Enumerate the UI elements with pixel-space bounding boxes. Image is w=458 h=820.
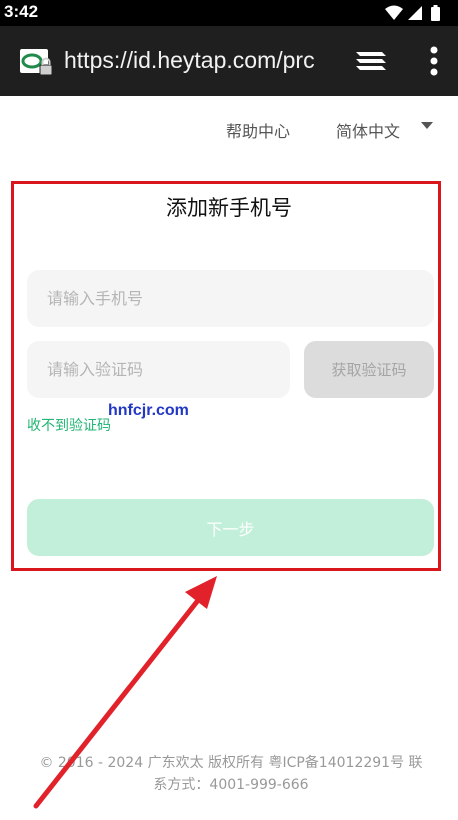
footer: © 2016 - 2024 广东欢太 版权所有 粤ICP备14012291号 联… — [26, 752, 436, 796]
wifi-icon — [385, 5, 403, 20]
verification-code-input[interactable] — [27, 341, 290, 398]
footer-contact: 系方式：4001-999-666 — [153, 777, 309, 793]
browser-toolbar: https://id.heytap.com/prc — [0, 26, 458, 96]
status-time: 3:42 — [4, 2, 39, 21]
phone-input[interactable] — [27, 270, 434, 327]
battery-icon — [431, 5, 440, 21]
page-title: 添加新手机号 — [166, 196, 292, 220]
language-select[interactable]: 简体中文 — [336, 118, 400, 142]
next-button[interactable]: 下一步 — [27, 499, 434, 556]
status-icons — [384, 4, 444, 26]
chevron-down-icon[interactable] — [421, 122, 433, 129]
tabs-icon[interactable] — [354, 48, 388, 78]
url-field[interactable]: https://id.heytap.com/prc — [64, 47, 328, 74]
footer-copyright: © 2016 - 2024 广东欢太 版权所有 粤ICP备14012291号 联 — [39, 755, 423, 771]
watermark: hnfcjr.com — [108, 402, 189, 419]
site-security-icon[interactable] — [18, 48, 54, 82]
no-code-link[interactable]: 收不到验证码 — [27, 415, 111, 435]
signal-icon — [408, 6, 422, 20]
get-code-button[interactable]: 获取验证码 — [304, 341, 434, 398]
help-center-link[interactable]: 帮助中心 — [226, 118, 290, 142]
menu-icon[interactable] — [428, 44, 440, 82]
status-bar: 3:42 — [0, 0, 458, 26]
